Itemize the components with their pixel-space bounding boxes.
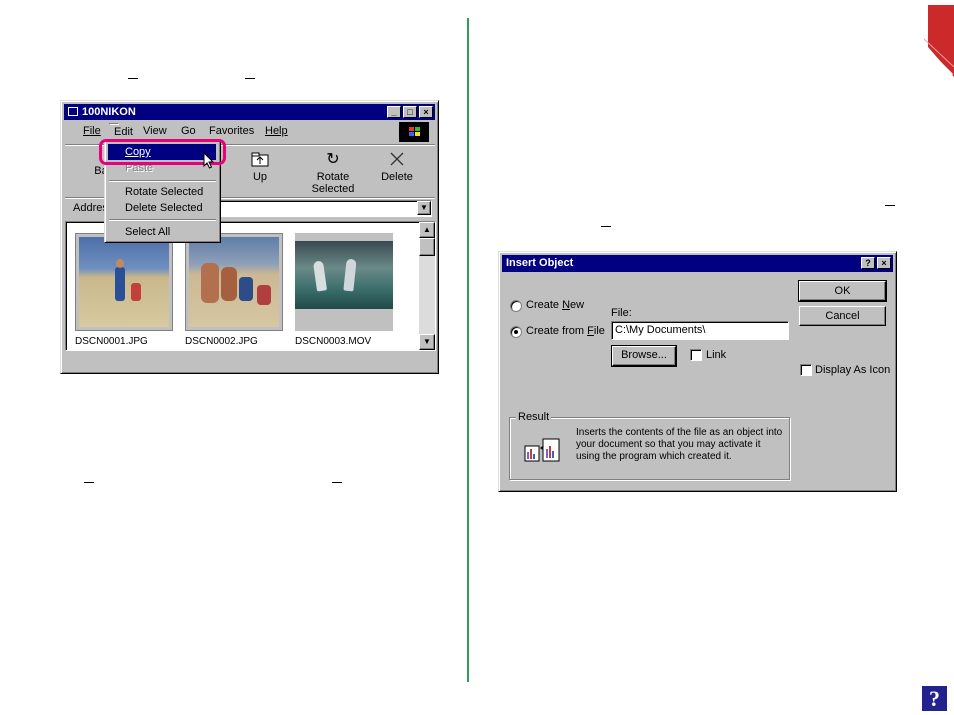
scroll-thumb[interactable]	[419, 238, 435, 256]
link-checkbox[interactable]	[690, 349, 702, 361]
close-button[interactable]: ×	[877, 257, 891, 269]
text-mark	[332, 482, 342, 483]
link-label: Link	[706, 349, 727, 361]
create-from-file-radio[interactable]	[510, 326, 522, 338]
scroll-up-button[interactable]: ▲	[419, 222, 435, 238]
file-name: DSCN0001.JPG	[75, 336, 148, 347]
corner-tab-icon	[924, 5, 954, 77]
dialog-title: Insert Object	[506, 257, 574, 269]
vertical-scrollbar[interactable]: ▲ ▼	[419, 222, 435, 350]
address-label: Addres	[73, 202, 108, 214]
file-label: File:	[611, 307, 632, 319]
folder-icon	[68, 107, 78, 116]
close-button[interactable]: ×	[419, 106, 433, 118]
explorer-titlebar[interactable]: 100NIKON _ □ ×	[64, 104, 435, 120]
create-new-radio[interactable]	[510, 300, 522, 312]
insert-object-dialog: Insert Object ? × Create New Create from…	[498, 251, 897, 492]
file-thumbnail[interactable]	[185, 233, 283, 331]
create-new-label[interactable]: Create New	[526, 299, 584, 311]
delete-x-icon	[377, 151, 417, 169]
mouse-cursor-icon	[203, 152, 215, 169]
menu-item-delete-selected[interactable]: Delete Selected	[108, 200, 216, 216]
maximize-button[interactable]: □	[403, 106, 417, 118]
column-divider	[467, 18, 469, 682]
browse-button[interactable]: Browse...	[611, 345, 677, 367]
menu-separator	[109, 219, 216, 221]
display-as-icon-checkbox[interactable]	[800, 364, 812, 376]
dolphin-video-frame	[295, 241, 393, 309]
help-question-icon[interactable]: ?	[922, 686, 947, 711]
beach-photo-1	[79, 237, 169, 327]
dialog-titlebar[interactable]: Insert Object ? ×	[502, 255, 893, 272]
delete-button[interactable]: Delete	[377, 151, 417, 183]
cancel-button[interactable]: Cancel	[799, 306, 886, 326]
up-button[interactable]: Up	[245, 151, 275, 183]
text-mark	[128, 78, 138, 79]
text-mark	[885, 205, 895, 206]
insert-file-icon	[524, 438, 560, 462]
text-mark	[84, 482, 94, 483]
file-name: DSCN0003.MOV	[295, 336, 372, 347]
help-title-button[interactable]: ?	[861, 257, 875, 269]
result-description: Inserts the contents of the file as an o…	[576, 427, 783, 462]
up-folder-icon	[245, 151, 275, 169]
display-as-icon-label: Display As Icon	[815, 364, 891, 376]
rotate-selected-button[interactable]: ↻ Rotate Selected	[305, 151, 361, 195]
address-dropdown-button[interactable]: ▼	[417, 201, 431, 215]
text-mark	[601, 226, 611, 227]
menu-edit[interactable]: Edit	[109, 123, 133, 138]
windows-logo-icon	[399, 122, 429, 142]
file-name: DSCN0002.JPG	[185, 336, 258, 347]
menu-separator	[109, 180, 216, 182]
text-mark	[245, 78, 255, 79]
create-from-file-label[interactable]: Create from File	[526, 325, 605, 337]
window-title: 100NIKON	[82, 106, 136, 118]
scroll-down-button[interactable]: ▼	[419, 334, 435, 350]
menu-item-rotate-selected[interactable]: Rotate Selected	[108, 184, 216, 200]
rotate-icon: ↻	[326, 151, 340, 168]
file-thumbnail[interactable]	[75, 233, 173, 331]
beach-photo-2	[189, 237, 279, 327]
result-label: Result	[516, 411, 552, 423]
minimize-button[interactable]: _	[387, 106, 401, 118]
result-group: Result Inserts the contents of the file …	[509, 411, 790, 480]
menu-item-select-all[interactable]: Select All	[108, 224, 216, 240]
ok-button[interactable]: OK	[798, 280, 887, 302]
file-path-input[interactable]: C:\My Documents\	[611, 321, 789, 340]
file-thumbnail[interactable]	[295, 233, 393, 331]
